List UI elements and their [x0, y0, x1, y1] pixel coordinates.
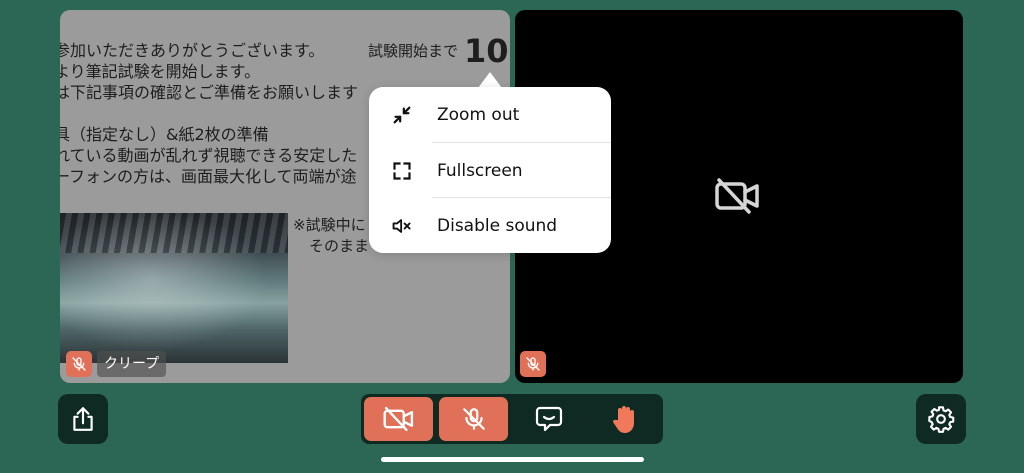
- gear-icon: [928, 406, 955, 433]
- doc-line: より筆記試験を開始します。: [60, 62, 261, 81]
- doc-line: 具（指定なし）&紙2枚の準備: [60, 125, 269, 144]
- chat-icon: [535, 406, 562, 432]
- video-options-menu: Zoom out Fullscreen Disable sound: [369, 87, 611, 253]
- mic-muted-badge: [66, 351, 92, 377]
- shared-document-text: 参加いただきありがとうございます。 より筆記試験を開始します。 は下記事項の確認…: [60, 40, 358, 187]
- doc-line: 参加いただきありがとうございます。: [60, 41, 325, 60]
- home-indicator[interactable]: [381, 457, 644, 462]
- exam-note: ※試験中に そのまま: [293, 215, 369, 257]
- mic-muted-badge: [520, 351, 546, 377]
- exam-countdown: 試験開始まで 10: [368, 32, 509, 70]
- popup-arrow: [478, 72, 502, 88]
- note-line: そのまま: [309, 237, 370, 255]
- share-icon: [73, 407, 93, 431]
- menu-item-label: Zoom out: [437, 104, 520, 125]
- chat-button[interactable]: [514, 397, 583, 441]
- mic-off-icon: [462, 408, 485, 430]
- mic-off-icon: [72, 357, 86, 371]
- camera-off-icon: [715, 178, 759, 214]
- menu-item-label: Fullscreen: [437, 160, 523, 181]
- mic-toggle-button[interactable]: [439, 397, 508, 441]
- countdown-value: 10: [464, 32, 509, 70]
- doc-line: ーフォンの方は、画面最大化して両端が途: [60, 167, 357, 186]
- raise-hand-icon: [612, 406, 634, 433]
- zoom-out-icon: [391, 104, 413, 126]
- mic-off-icon: [526, 357, 540, 371]
- share-button[interactable]: [58, 394, 108, 444]
- participant-name-label: クリープ: [97, 351, 167, 377]
- raise-hand-button[interactable]: [589, 397, 658, 441]
- menu-item-label: Disable sound: [437, 215, 558, 236]
- call-controls-bar: [361, 394, 663, 444]
- fullscreen-icon: [391, 160, 413, 182]
- menu-item-fullscreen[interactable]: Fullscreen: [369, 143, 611, 198]
- settings-button[interactable]: [916, 394, 966, 444]
- camera-off-icon: [383, 406, 413, 432]
- countdown-label: 試験開始まで: [368, 42, 459, 60]
- camera-toggle-button[interactable]: [364, 397, 433, 441]
- menu-item-zoom-out[interactable]: Zoom out: [369, 87, 611, 142]
- speaker-muted-icon: [391, 215, 413, 237]
- doc-line-gap: [60, 103, 358, 124]
- doc-line: れている動画が乱れず視聴できる安定した: [60, 146, 358, 165]
- river-photo: [60, 213, 288, 363]
- doc-line: は下記事項の確認とご準備をお願いします: [60, 83, 359, 102]
- menu-item-disable-sound[interactable]: Disable sound: [369, 198, 611, 253]
- note-line: ※試験中に: [293, 216, 366, 234]
